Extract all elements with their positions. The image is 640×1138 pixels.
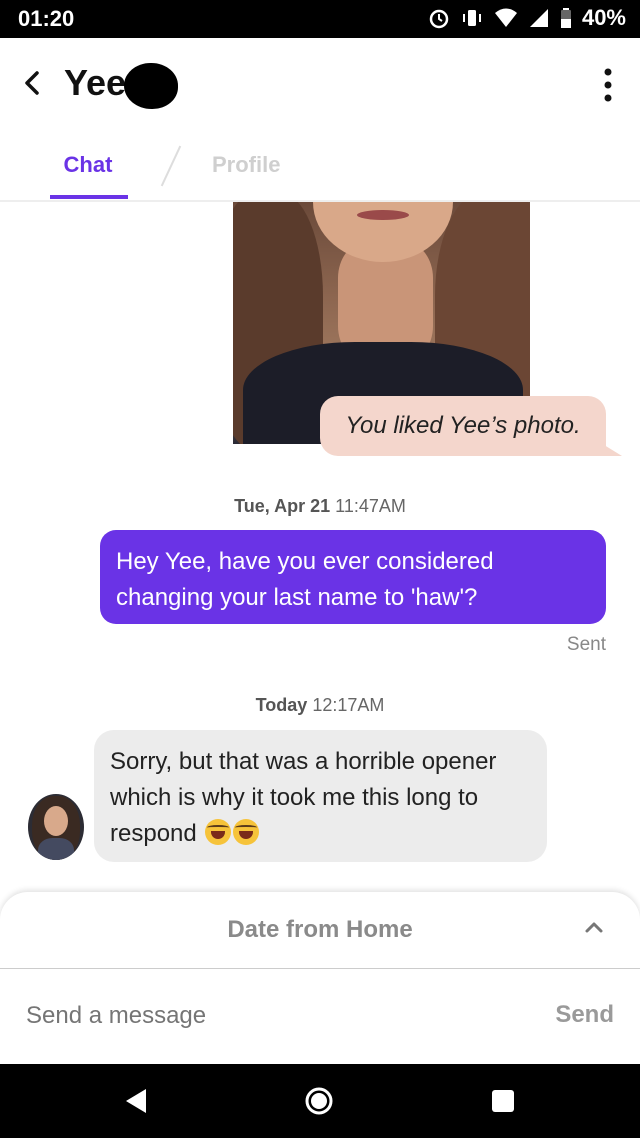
sent-status: Sent [566,634,606,655]
wifi-icon [494,8,517,27]
nav-home-icon[interactable] [304,1086,334,1116]
received-message-text: Sorry, but that was a horrible opener wh… [110,748,497,847]
timestamp-day: Today [255,695,308,715]
contact-avatar[interactable] [28,794,84,860]
system-nav-bar [0,1064,640,1138]
status-bar: 01:20 40% [0,0,640,38]
chevron-up-icon[interactable] [584,920,604,934]
send-button[interactable]: Send [555,1001,614,1029]
battery-percent: 40% [581,5,626,30]
timestamp-time: 12:17AM [312,695,385,715]
tab-active-indicator [50,195,128,199]
nav-back-icon[interactable] [124,1087,148,1115]
tab-profile[interactable]: Profile [212,152,280,178]
laughing-tears-emoji-icon [233,819,260,845]
back-arrow-icon[interactable] [18,68,48,98]
message-input[interactable] [24,1001,408,1031]
alarm-icon [429,9,449,29]
tab-chat[interactable]: Chat [48,152,128,178]
redaction-blob [124,63,178,109]
tab-divider [160,145,182,187]
timestamp-time: 11:47AM [335,496,406,516]
timestamp: Today 12:17AM [0,695,640,716]
message-composer: Send [0,968,640,1065]
status-icons: 40% [428,5,626,31]
liked-photo-notice: You liked Yee’s photo. [320,396,606,456]
battery-icon [560,8,571,28]
chat-thread[interactable]: You liked Yee’s photo. Tue, Apr 21 11:47… [0,202,640,892]
contact-name[interactable]: Yee [64,62,126,104]
timestamp-day: Tue, Apr 21 [234,496,331,516]
nav-recent-apps-icon[interactable] [492,1090,514,1112]
chat-header: Yee [0,38,640,130]
vibrate-icon [462,10,481,26]
laughing-tears-emoji-icon [205,819,232,845]
tab-bar: Chat Profile [0,140,640,202]
date-from-home-label: Date from Home [227,916,413,943]
more-options-icon[interactable] [604,68,612,102]
bubble-tail [596,440,622,456]
date-from-home-panel[interactable]: Date from Home [0,892,640,968]
status-time: 01:20 [18,6,75,31]
timestamp: Tue, Apr 21 11:47AM [0,496,640,517]
signal-icon [529,9,548,27]
sent-message-bubble[interactable]: Hey Yee, have you ever considered changi… [100,530,606,624]
received-message-bubble[interactable]: Sorry, but that was a horrible opener wh… [94,730,547,862]
